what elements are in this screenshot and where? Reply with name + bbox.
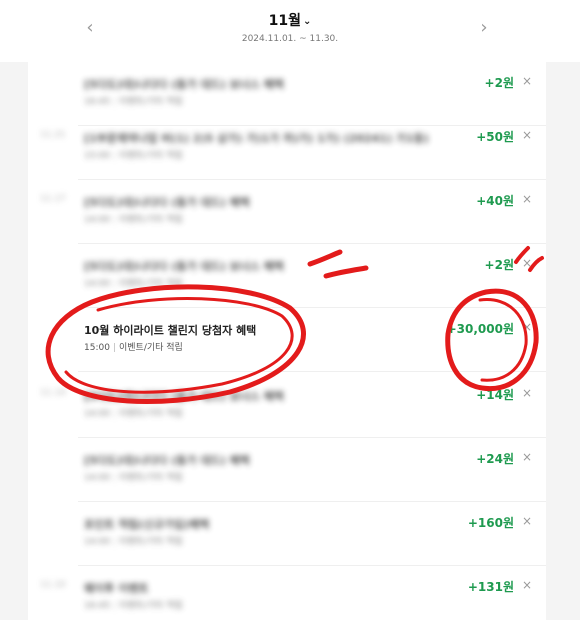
item-title: [5다도)대)나다다 (동가 대드) 보너스 혜택 [84,390,284,403]
item-amount: +40원 [476,194,514,208]
list-item[interactable]: [5다도)대)나다다 (동가 대드) 보너스 혜택 14:00 | 이벤트/기타 적립… [28,244,546,308]
item-time: 15:00 [84,151,110,161]
chevron-right-icon[interactable]: › [472,16,496,40]
item-title: [5다도)대)나다다 (동가 대드) 혜택 [84,454,250,467]
item-date: 11.17 [40,194,66,204]
meta-divider: | [112,215,116,225]
item-amount: +160원 [467,516,514,530]
item-amount: +50원 [476,130,514,144]
item-meta: 14:00 | 이벤트/기타 적립 [84,212,183,225]
close-icon[interactable]: × [522,256,532,270]
item-title: 웨이투 이벤트 [84,582,149,595]
list-item[interactable]: [5다도)대)나다다 (동가 대드) 혜택 14:00 | 이벤트/기타 적립 +24원… [28,438,546,502]
item-meta: 16:45 | 이벤트/기타 적립 [84,598,183,611]
meta-divider: | [112,601,116,611]
item-time: 15:00 [84,343,110,353]
item-title: [1부문제약나업 버(1) 2)5 상가) 가)1가 까)가) 1가) (202… [84,132,429,145]
meta-divider: | [112,473,116,483]
month-label: 11월 [268,13,301,29]
item-time: 16:45 [84,97,110,107]
item-date: 11.21 [40,130,66,140]
meta-divider: | [112,343,116,353]
item-time: 14:00 [84,409,110,419]
close-icon[interactable]: × [522,192,532,206]
list-item[interactable]: 11.10 웨이투 이벤트 16:45 | 이벤트/기타 적립 +131원 × [28,566,546,620]
item-amount: +2원 [484,76,514,90]
close-icon[interactable]: × [522,74,532,88]
item-category: 이벤트/기타 적립 [118,343,183,353]
item-category: 이벤트/기타 적립 [118,215,183,225]
item-title: 포인트 적립(신규가입)혜택 [84,518,210,531]
list-item[interactable]: 포인트 적립(신규가입)혜택 14:00 | 이벤트/기타 적립 +160원 × [28,502,546,566]
item-meta: 14:00 | 이벤트/기타 적립 [84,276,183,289]
item-amount: +24원 [476,452,514,466]
item-amount: +30,000원 [446,322,514,336]
list-item[interactable]: 10월 하이라이트 챌린지 당첨자 혜택 15:00 | 이벤트/기타 적립 +30,0… [28,308,546,372]
item-meta: 16:45 | 이벤트/기타 적립 [84,94,183,107]
item-time: 14:00 [84,279,110,289]
item-amount: +2원 [484,258,514,272]
meta-divider: | [112,151,116,161]
month-header: ‹ 11월 ⌄ 2024.11.01. ~ 11.30. › [0,0,580,62]
item-time: 14:00 [84,473,110,483]
item-category: 이벤트/기타 적립 [118,537,183,547]
transaction-list: [5다도)대)나다다 (동가 대드) 보너스 혜택 16:45 | 이벤트/기타 적립… [28,62,546,620]
close-icon[interactable]: × [522,578,532,592]
list-item[interactable]: 11.17 [5다도)대)나다다 (동가 대드) 혜택 14:00 | 이벤트/기타 적… [28,180,546,244]
item-category: 이벤트/기타 적립 [118,601,183,611]
meta-divider: | [112,97,116,107]
close-icon[interactable]: × [522,514,532,528]
item-amount: +131원 [467,580,514,594]
row-divider [78,371,546,372]
item-meta: 15:00 | 이벤트/기타 적립 [84,340,183,353]
item-category: 이벤트/기타 적립 [118,279,183,289]
meta-divider: | [112,409,116,419]
item-title: 10월 하이라이트 챌린지 당첨자 혜택 [84,324,257,337]
close-icon[interactable]: × [522,450,532,464]
meta-divider: | [112,537,116,547]
item-category: 이벤트/기타 적립 [118,473,183,483]
list-item[interactable]: 11.21 [1부문제약나업 버(1) 2)5 상가) 가)1가 까)가) 1가)… [28,116,546,180]
month-selector[interactable]: 11월 ⌄ [269,10,312,30]
item-amount: +14원 [476,388,514,402]
item-meta: 14:00 | 이벤트/기타 적립 [84,406,183,419]
item-meta: 14:00 | 이벤트/기타 적립 [84,470,183,483]
item-meta: 15:00 | 이벤트/기타 적립 [84,148,183,161]
item-title: [5다도)대)나다다 (동가 대드) 보너스 혜택 [84,78,284,91]
list-item[interactable]: 11.14 [5다도)대)나다다 (동가 대드) 보너스 혜택 14:00 | 이벤트/… [28,374,546,438]
item-time: 14:00 [84,537,110,547]
item-time: 16:45 [84,601,110,611]
item-date: 11.14 [40,388,66,398]
item-category: 이벤트/기타 적립 [118,97,183,107]
item-title: [5다도)대)나다다 (동가 대드) 혜택 [84,196,250,209]
points-history-screen: ‹ 11월 ⌄ 2024.11.01. ~ 11.30. › [5다도)대)나다다… [0,0,580,620]
chevron-down-icon: ⌄ [302,16,312,27]
item-date: 11.10 [40,580,66,590]
close-icon[interactable]: × [522,320,532,334]
meta-divider: | [112,279,116,289]
item-category: 이벤트/기타 적립 [118,151,183,161]
item-title: [5다도)대)나다다 (동가 대드) 보너스 혜택 [84,260,284,273]
close-icon[interactable]: × [522,128,532,142]
close-icon[interactable]: × [522,386,532,400]
item-time: 14:00 [84,215,110,225]
item-meta: 14:00 | 이벤트/기타 적립 [84,534,183,547]
item-category: 이벤트/기타 적립 [118,409,183,419]
